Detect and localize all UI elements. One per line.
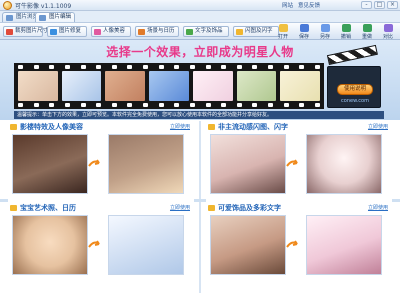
film-frame-photo[interactable] (192, 71, 233, 101)
tab-label: 图片编辑 (49, 14, 72, 20)
film-strip (14, 63, 324, 109)
text-decor-button[interactable]: 文字及饰品 (183, 26, 229, 37)
arrow-right-icon (88, 159, 100, 167)
tool-label: 裁剪图片尺寸 (15, 28, 49, 34)
tip-strip: 温馨提示：单击下方的效果，立即可预览。本软件完全免费使用，您可以放心使用本软件的… (14, 111, 384, 119)
app-logo-icon (3, 1, 12, 10)
clapper-top-icon (326, 44, 378, 65)
redo-icon (362, 24, 372, 32)
film-holes-top (18, 65, 320, 69)
after-photo[interactable] (306, 215, 382, 275)
open-button[interactable]: 打开 (273, 24, 293, 40)
save-button[interactable]: 保存 (294, 24, 314, 40)
open-icon (278, 24, 288, 32)
panel-baby-calendar[interactable]: 宝宝艺术照、日历 立即使用 (8, 203, 194, 283)
banner: 选择一个效果，立即成为明星人物 使用说明 conew.com 温馨提示：单击下方… (0, 40, 400, 120)
arrow-right-icon (286, 159, 298, 167)
panel-cute-decor[interactable]: 可爱饰品及多彩文字 立即使用 (206, 203, 392, 283)
text-icon (186, 29, 193, 35)
tool-label: 文字及饰品 (195, 28, 223, 34)
scene-calendar-button[interactable]: 场景与日历 (135, 26, 179, 37)
crop-button[interactable]: 裁剪图片尺寸 (3, 26, 48, 37)
use-now-link[interactable]: 立即使用 (170, 204, 190, 211)
clapper-site-text: conew.com (341, 98, 369, 104)
app-title: 可牛影像 v1.1.1009 (15, 3, 72, 10)
repair-button[interactable]: 图片修复 (47, 26, 87, 37)
feedback-link[interactable]: 意见反馈 (298, 1, 320, 9)
panel-bullet-icon (208, 124, 215, 130)
tool-label: 图片修复 (59, 28, 82, 34)
film-frame-photo[interactable] (280, 71, 321, 101)
save-as-icon (320, 24, 330, 32)
close-button[interactable]: × (387, 1, 398, 9)
banner-headline: 选择一个效果，立即成为明星人物 (106, 45, 294, 59)
undo-button[interactable]: 撤销 (336, 24, 356, 40)
panel-flash-effects[interactable]: 非主流动感闪图、闪字 立即使用 (206, 122, 392, 202)
crop-icon (6, 29, 13, 35)
content-area: 选择一个效果，立即成为明星人物 使用说明 conew.com 温馨提示：单击下方… (0, 40, 400, 293)
film-frame-photo[interactable] (105, 71, 146, 101)
film-frames (18, 71, 321, 101)
panel-title: 宝宝艺术照、日历 (8, 203, 194, 213)
use-now-link[interactable]: 立即使用 (368, 204, 388, 211)
beauty-icon (94, 29, 101, 35)
image-edit-icon (39, 15, 46, 21)
maximize-button[interactable]: □ (374, 1, 385, 9)
after-photo[interactable] (108, 134, 184, 194)
film-frame-photo[interactable] (61, 71, 102, 101)
folder-icon (6, 15, 13, 21)
website-link[interactable]: 网站 (282, 1, 293, 9)
tool-label: 场景与日历 (147, 28, 175, 34)
title-bar: 可牛影像 v1.1.1009 网站 意见反馈 - □ × (0, 0, 400, 11)
save-as-button[interactable]: 另存 (315, 24, 335, 40)
panel-bullet-icon (10, 205, 17, 211)
panel-bullet-icon (208, 205, 215, 211)
flash-icon (236, 29, 243, 35)
after-photo[interactable] (306, 134, 382, 194)
panel-divider-vertical (199, 121, 201, 293)
minimize-button[interactable]: - (361, 1, 372, 9)
undo-icon (341, 24, 351, 32)
tool-label: 闪图及闪字 (245, 28, 273, 34)
tool-label: 人像美容 (103, 28, 126, 34)
panel-studio-effects[interactable]: 影楼特效及人像美容 立即使用 (8, 122, 194, 202)
redo-button[interactable]: 重做 (357, 24, 377, 40)
calendar-icon (138, 29, 145, 35)
before-photo[interactable] (12, 134, 88, 194)
toolbar: 裁剪图片尺寸 图片修复 人像美容 场景与日历 文字及饰品 闪图及闪字 打开 保存… (0, 22, 400, 40)
usage-guide-button[interactable]: 使用说明 (337, 84, 373, 95)
tab-image-edit[interactable]: 图片编辑 (35, 12, 76, 22)
use-now-link[interactable]: 立即使用 (170, 123, 190, 130)
save-icon (299, 24, 309, 32)
before-photo[interactable] (210, 215, 286, 275)
film-frame-photo[interactable] (236, 71, 277, 101)
arrow-right-icon (286, 240, 298, 248)
film-frame-photo[interactable] (149, 71, 189, 101)
arrow-right-icon (88, 240, 100, 248)
panel-title: 可爱饰品及多彩文字 (206, 203, 392, 213)
before-photo[interactable] (12, 215, 88, 275)
panel-title: 非主流动感闪图、闪字 (206, 122, 392, 132)
film-frame-photo[interactable] (18, 71, 58, 101)
repair-icon (50, 29, 57, 35)
use-now-link[interactable]: 立即使用 (368, 123, 388, 130)
tab-row: 图片浏览 图片编辑 (0, 11, 400, 22)
compare-button[interactable]: 对比 (378, 24, 398, 40)
panel-title: 影楼特效及人像美容 (8, 122, 194, 132)
film-holes-bottom (18, 103, 320, 107)
panel-bullet-icon (10, 124, 17, 130)
clapperboard: 使用说明 conew.com (326, 44, 381, 111)
compare-icon (383, 24, 393, 32)
beauty-button[interactable]: 人像美容 (91, 26, 131, 37)
clapper-body: 使用说明 conew.com (327, 66, 381, 108)
before-photo[interactable] (210, 134, 286, 194)
after-photo[interactable] (108, 215, 184, 275)
